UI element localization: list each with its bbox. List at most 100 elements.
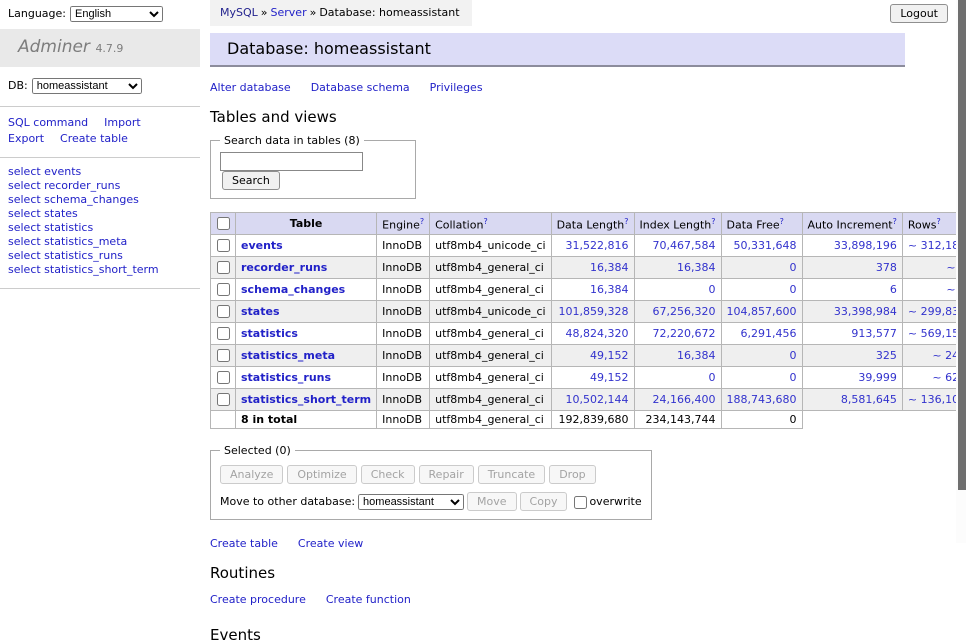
help-link[interactable]: ?: [780, 217, 784, 226]
export-link[interactable]: Export: [8, 132, 44, 145]
auto-increment-link[interactable]: 39,999: [858, 371, 897, 384]
auto-increment-link[interactable]: 913,577: [851, 327, 897, 340]
help-link[interactable]: ?: [711, 217, 715, 226]
data-length-link[interactable]: 16,384: [590, 261, 629, 274]
data-free-link[interactable]: 0: [790, 261, 797, 274]
data-length-link[interactable]: 48,824,320: [566, 327, 629, 340]
sidebar-select-link[interactable]: select schema_changes: [8, 194, 192, 207]
db-select[interactable]: homeassistant: [32, 78, 142, 94]
index-length-link[interactable]: 0: [709, 371, 716, 384]
data-length-link[interactable]: 101,859,328: [559, 305, 629, 318]
data-length-cell: 31,522,816: [551, 235, 634, 257]
auto-increment-link[interactable]: 33,398,984: [834, 305, 897, 318]
table-name-link[interactable]: events: [241, 239, 283, 252]
data-length-link[interactable]: 16,384: [590, 283, 629, 296]
table-name-link[interactable]: statistics: [241, 327, 298, 340]
row-checkbox[interactable]: [217, 349, 230, 362]
total-data-free: 0: [721, 411, 802, 429]
table-name-link[interactable]: statistics_meta: [241, 349, 335, 362]
auto-increment-link[interactable]: 8,581,645: [841, 393, 897, 406]
import-link[interactable]: Import: [104, 116, 141, 129]
logout-button[interactable]: Logout: [890, 4, 948, 23]
data-free-link[interactable]: 0: [790, 371, 797, 384]
row-checkbox[interactable]: [217, 305, 230, 318]
language-select[interactable]: English: [70, 6, 163, 22]
sidebar-select-link[interactable]: select statistics_runs: [8, 250, 192, 263]
row-checkbox[interactable]: [217, 371, 230, 384]
engine-cell: InnoDB: [377, 235, 430, 257]
index-length-link[interactable]: 16,384: [677, 349, 716, 362]
data-free-link[interactable]: 188,743,680: [727, 393, 797, 406]
create-function-link[interactable]: Create function: [326, 593, 411, 606]
table-name-link[interactable]: statistics_short_term: [241, 393, 371, 406]
create-view-link[interactable]: Create view: [298, 537, 363, 550]
sql-command-link[interactable]: SQL command: [8, 116, 88, 129]
sidebar-select-link[interactable]: select recorder_runs: [8, 180, 192, 193]
index-length-link[interactable]: 24,166,400: [653, 393, 716, 406]
language-row: Language:English: [0, 0, 200, 29]
row-checkbox[interactable]: [217, 327, 230, 340]
data-length-link[interactable]: 49,152: [590, 371, 629, 384]
data-length-link[interactable]: 10,502,144: [566, 393, 629, 406]
auto-increment-link[interactable]: 325: [876, 349, 897, 362]
scrollbar-thumb[interactable]: [958, 0, 966, 490]
collation-cell: utf8mb4_unicode_ci: [430, 301, 551, 323]
index-length-link[interactable]: 67,256,320: [653, 305, 716, 318]
privileges-link[interactable]: Privileges: [430, 81, 483, 94]
help-link[interactable]: ?: [624, 217, 628, 226]
scrollbar[interactable]: [956, 0, 966, 543]
data-free-link[interactable]: 6,291,456: [741, 327, 797, 340]
row-checkbox[interactable]: [217, 393, 230, 406]
help-link[interactable]: ?: [483, 217, 487, 226]
row-checkbox[interactable]: [217, 283, 230, 296]
index-length-link[interactable]: 16,384: [677, 261, 716, 274]
overwrite-checkbox[interactable]: [574, 496, 587, 509]
data-free-link[interactable]: 50,331,648: [734, 239, 797, 252]
create-table-link-sidebar[interactable]: Create table: [60, 132, 128, 145]
table-name-cell: schema_changes: [236, 279, 377, 301]
copy-button: Copy: [520, 492, 568, 511]
help-link[interactable]: ?: [936, 217, 940, 226]
table-name-link[interactable]: statistics_runs: [241, 371, 331, 384]
sidebar-select-link[interactable]: select statistics_meta: [8, 236, 192, 249]
alter-database-link[interactable]: Alter database: [210, 81, 291, 94]
move-db-select[interactable]: homeassistant: [358, 494, 464, 510]
adminer-logo: Adminer: [18, 37, 90, 57]
index-length-link[interactable]: 70,467,584: [653, 239, 716, 252]
row-checkbox[interactable]: [217, 261, 230, 274]
table-name-cell: recorder_runs: [236, 257, 377, 279]
data-free-link[interactable]: 0: [790, 349, 797, 362]
select-all-checkbox[interactable]: [217, 217, 230, 230]
create-procedure-link[interactable]: Create procedure: [210, 593, 306, 606]
row-checkbox-cell: [211, 367, 236, 389]
help-link[interactable]: ?: [420, 217, 424, 226]
row-checkbox-cell: [211, 279, 236, 301]
data-free-link[interactable]: 0: [790, 283, 797, 296]
table-name-link[interactable]: states: [241, 305, 280, 318]
table-name-link[interactable]: schema_changes: [241, 283, 345, 296]
data-length-link[interactable]: 31,522,816: [566, 239, 629, 252]
database-schema-link[interactable]: Database schema: [311, 81, 410, 94]
table-name-cell: statistics_short_term: [236, 389, 377, 411]
data-length-link[interactable]: 49,152: [590, 349, 629, 362]
sidebar-select-link[interactable]: select events: [8, 166, 192, 179]
breadcrumb-mysql-link[interactable]: MySQL: [220, 6, 258, 19]
search-button[interactable]: Search: [222, 171, 280, 190]
sidebar-select-link[interactable]: select statistics_short_term: [8, 264, 192, 277]
auto-increment-link[interactable]: 378: [876, 261, 897, 274]
index-length-link[interactable]: 72,220,672: [653, 327, 716, 340]
search-legend: Search data in tables (8): [220, 134, 364, 147]
data-free-link[interactable]: 104,857,600: [727, 305, 797, 318]
row-checkbox[interactable]: [217, 239, 230, 252]
breadcrumb-server-link[interactable]: Server: [271, 6, 307, 19]
index-length-link[interactable]: 0: [709, 283, 716, 296]
auto-increment-cell: 39,999: [802, 367, 902, 389]
auto-increment-link[interactable]: 33,898,196: [834, 239, 897, 252]
sidebar-select-link[interactable]: select states: [8, 208, 192, 221]
search-input[interactable]: [220, 152, 363, 171]
create-table-link[interactable]: Create table: [210, 537, 278, 550]
sidebar-select-link[interactable]: select statistics: [8, 222, 192, 235]
table-name-link[interactable]: recorder_runs: [241, 261, 327, 274]
auto-increment-link[interactable]: 6: [890, 283, 897, 296]
help-link[interactable]: ?: [893, 217, 897, 226]
